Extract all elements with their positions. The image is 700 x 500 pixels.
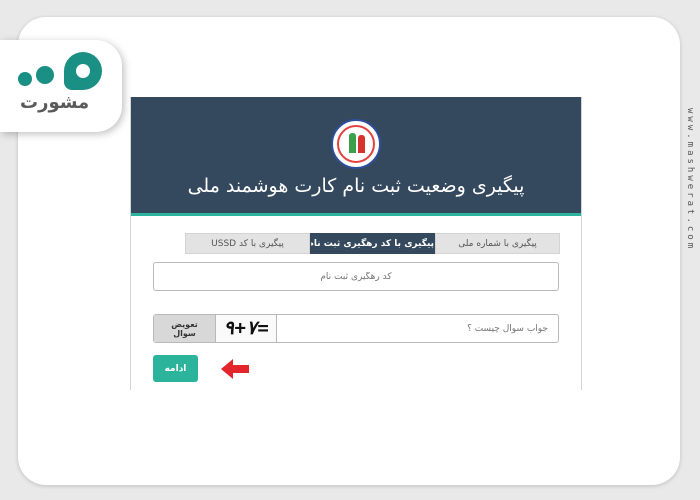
side-watermark-url: www.mashwerat.com [685, 108, 695, 252]
emblem-figure-green [349, 133, 356, 153]
tab-national-id[interactable]: پیگیری با شماره ملی [435, 233, 560, 254]
captcha-row: تعویض سوال ۹+۷= [153, 314, 559, 343]
emblem-ring [337, 125, 375, 163]
refresh-captcha-button[interactable]: تعویض سوال [154, 315, 215, 342]
red-arrow-left-icon [221, 359, 249, 379]
logo-dot-icon [36, 66, 54, 84]
logo-dot-icon [18, 72, 32, 86]
national-registry-emblem-icon [331, 119, 381, 169]
page-title: پیگیری وضعیت ثبت نام کارت هوشمند ملی [187, 175, 525, 197]
emblem-figure-red [358, 135, 365, 153]
tab-tracking-code[interactable]: پیگیری با کد رهگیری ثبت نام [310, 233, 435, 254]
continue-button[interactable]: ادامه [153, 355, 198, 382]
site-logo: مشورت [0, 40, 122, 132]
captcha-image: ۹+۷= [215, 315, 277, 342]
logo-text: مشورت [20, 92, 90, 113]
tracking-method-tabs: پیگیری با کد USSD پیگیری با کد رهگیری ثب… [185, 233, 560, 254]
page-header: پیگیری وضعیت ثبت نام کارت هوشمند ملی [131, 97, 581, 216]
tracking-page: پیگیری وضعیت ثبت نام کارت هوشمند ملی پیگ… [130, 97, 582, 390]
logo-speech-bubble-icon [64, 52, 102, 90]
captcha-answer-input[interactable] [276, 315, 558, 342]
tracking-code-input[interactable] [153, 262, 559, 291]
tab-ussd[interactable]: پیگیری با کد USSD [185, 233, 310, 254]
